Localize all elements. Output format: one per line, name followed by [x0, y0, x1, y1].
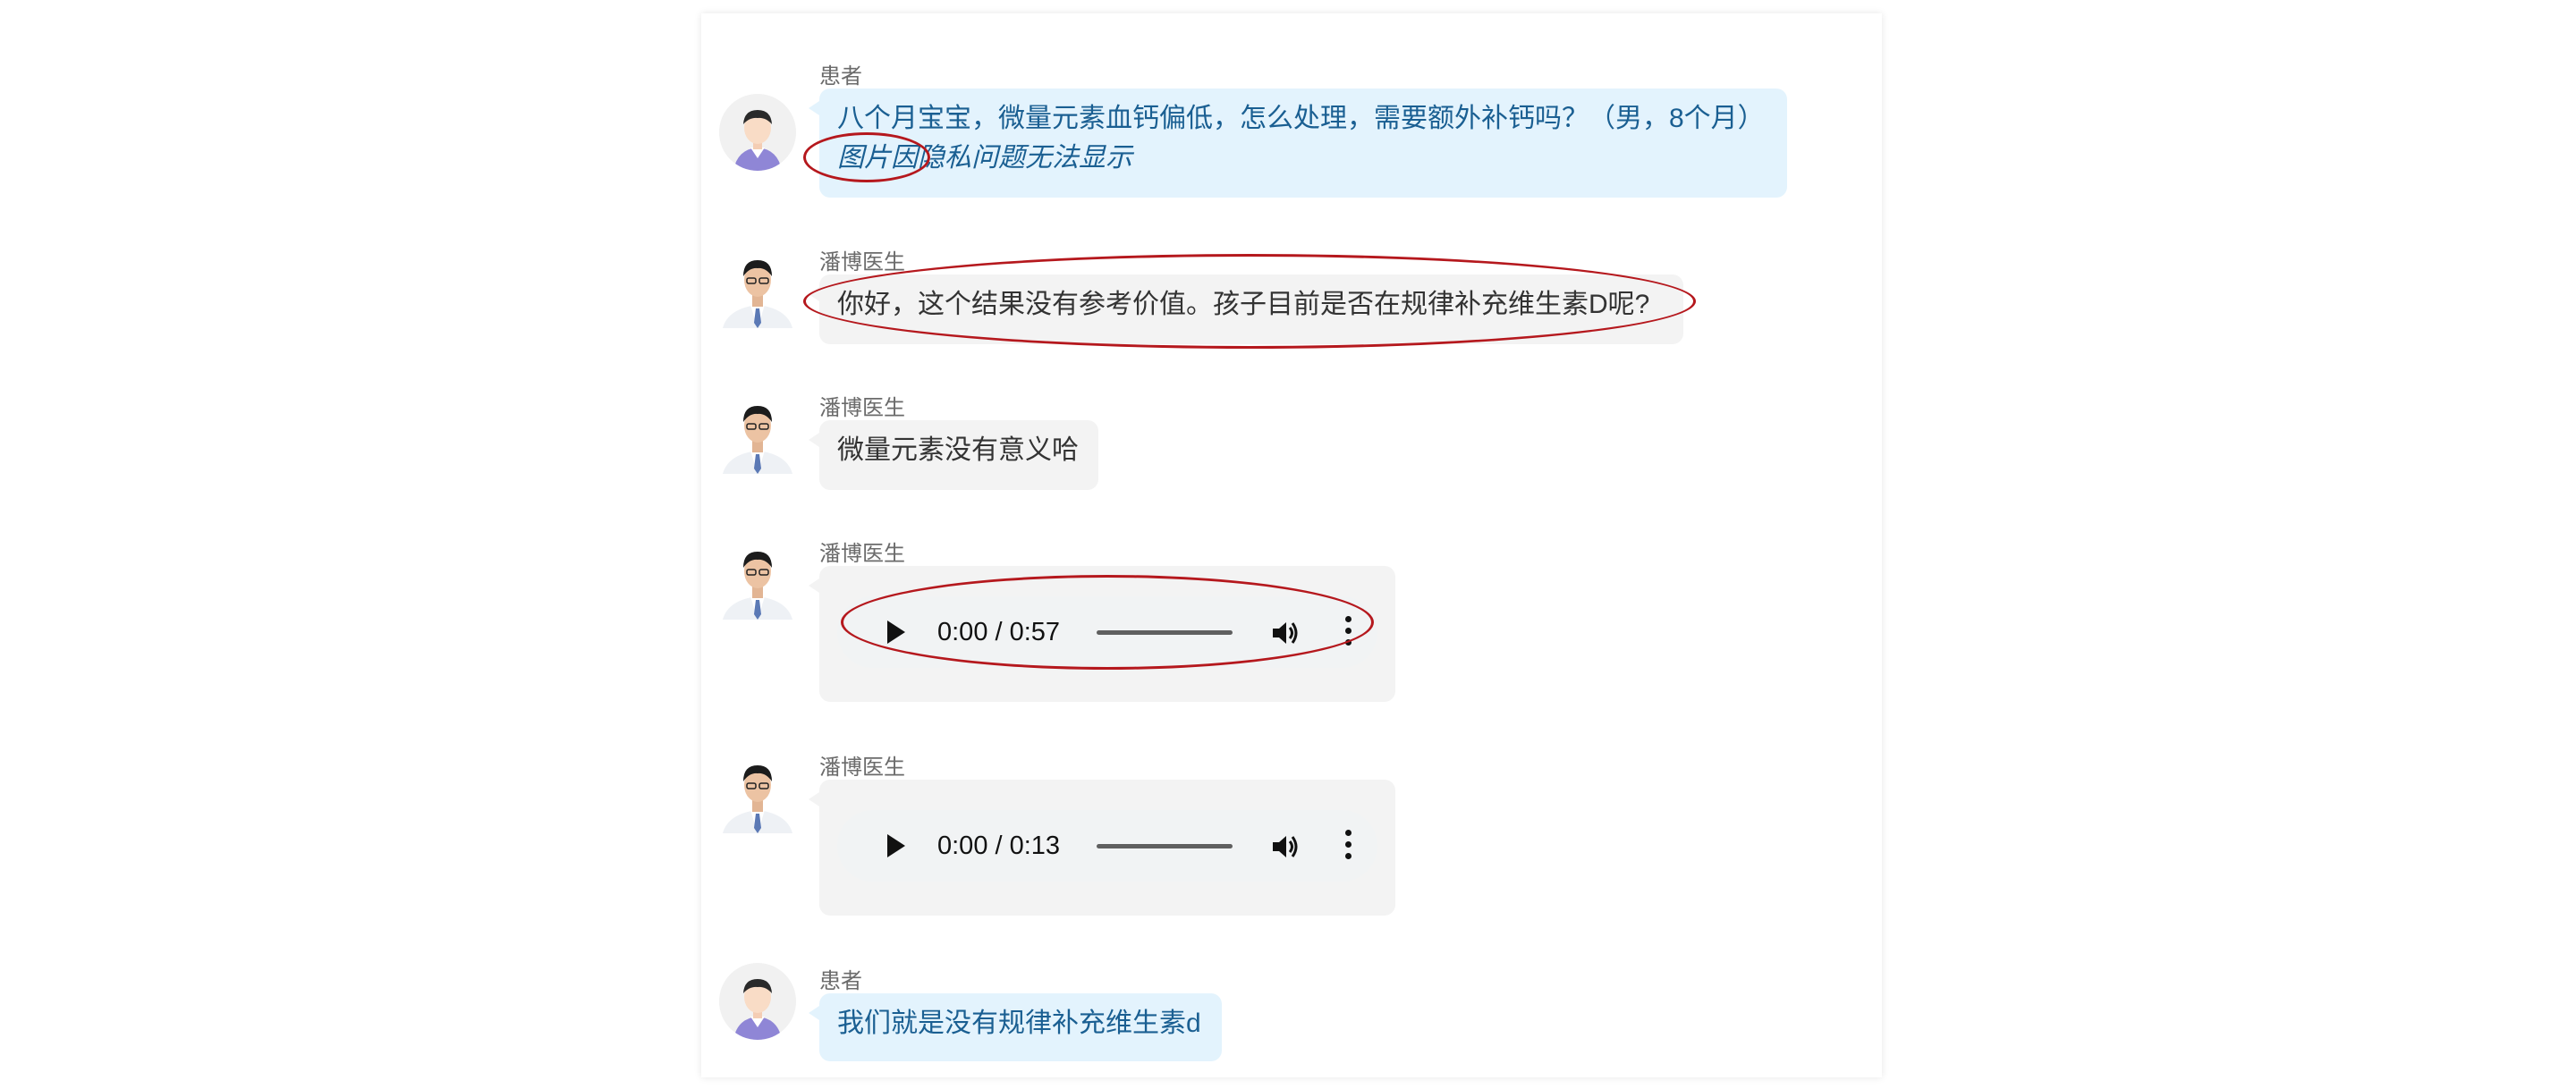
audio-time: 0:00 / 0:13: [937, 832, 1061, 860]
audio-bubble: 0:00 / 0:13: [809, 780, 1395, 916]
sender-name: 潘博医生: [819, 250, 905, 274]
message-text: 八个月宝宝，微量元素血钙偏低，怎么处理，需要额外补钙吗？（男，8个月）: [837, 104, 1765, 133]
audio-progress-track[interactable]: [1097, 630, 1233, 635]
sender-name: 患者: [819, 64, 862, 89]
doctor-avatar: [721, 397, 794, 474]
chat-panel: 患者 八个月宝宝，微量元素血钙偏低，怎么处理，需要额外补钙吗？（男，8个月） 图…: [701, 13, 1882, 1077]
sender-name: 潘博医生: [819, 542, 905, 566]
doctor-avatar: [721, 756, 794, 833]
message-text: 你好，这个结果没有参考价值。孩子目前是否在规律补充维生素D呢?: [837, 290, 1650, 319]
audio-progress-track[interactable]: [1097, 844, 1233, 848]
doctor-avatar: [721, 543, 794, 620]
message-bubble: 我们就是没有规律补充维生素d: [809, 993, 1222, 1061]
sender-name: 患者: [819, 969, 862, 993]
sender-name: 潘博医生: [819, 756, 905, 780]
doctor-avatar: [721, 251, 794, 328]
volume-icon[interactable]: [1270, 832, 1301, 862]
message-bubble: 八个月宝宝，微量元素血钙偏低，怎么处理，需要额外补钙吗？（男，8个月） 图片因隐…: [809, 89, 1787, 198]
message-bubble: 你好，这个结果没有参考价值。孩子目前是否在规律补充维生素D呢?: [809, 274, 1683, 344]
message-text: 我们就是没有规律补充维生素d: [837, 1009, 1201, 1038]
patient-avatar: [719, 963, 796, 1040]
audio-player[interactable]: 0:00 / 0:57: [837, 596, 1377, 668]
more-options-icon[interactable]: [1343, 830, 1352, 862]
audio-bubble: 0:00 / 0:57: [809, 566, 1395, 702]
audio-time: 0:00 / 0:57: [937, 618, 1061, 646]
volume-icon[interactable]: [1270, 618, 1301, 648]
message-bubble: 微量元素没有意义哈: [809, 420, 1098, 490]
play-icon[interactable]: [887, 834, 905, 857]
play-icon[interactable]: [887, 620, 905, 644]
sender-name: 潘博医生: [819, 396, 905, 420]
image-placeholder-text[interactable]: 图片因隐私问题无法显示: [837, 139, 1769, 178]
message-text: 微量元素没有意义哈: [837, 435, 1079, 465]
patient-avatar: [719, 94, 796, 171]
audio-player[interactable]: 0:00 / 0:13: [837, 810, 1377, 882]
more-options-icon[interactable]: [1343, 616, 1352, 648]
